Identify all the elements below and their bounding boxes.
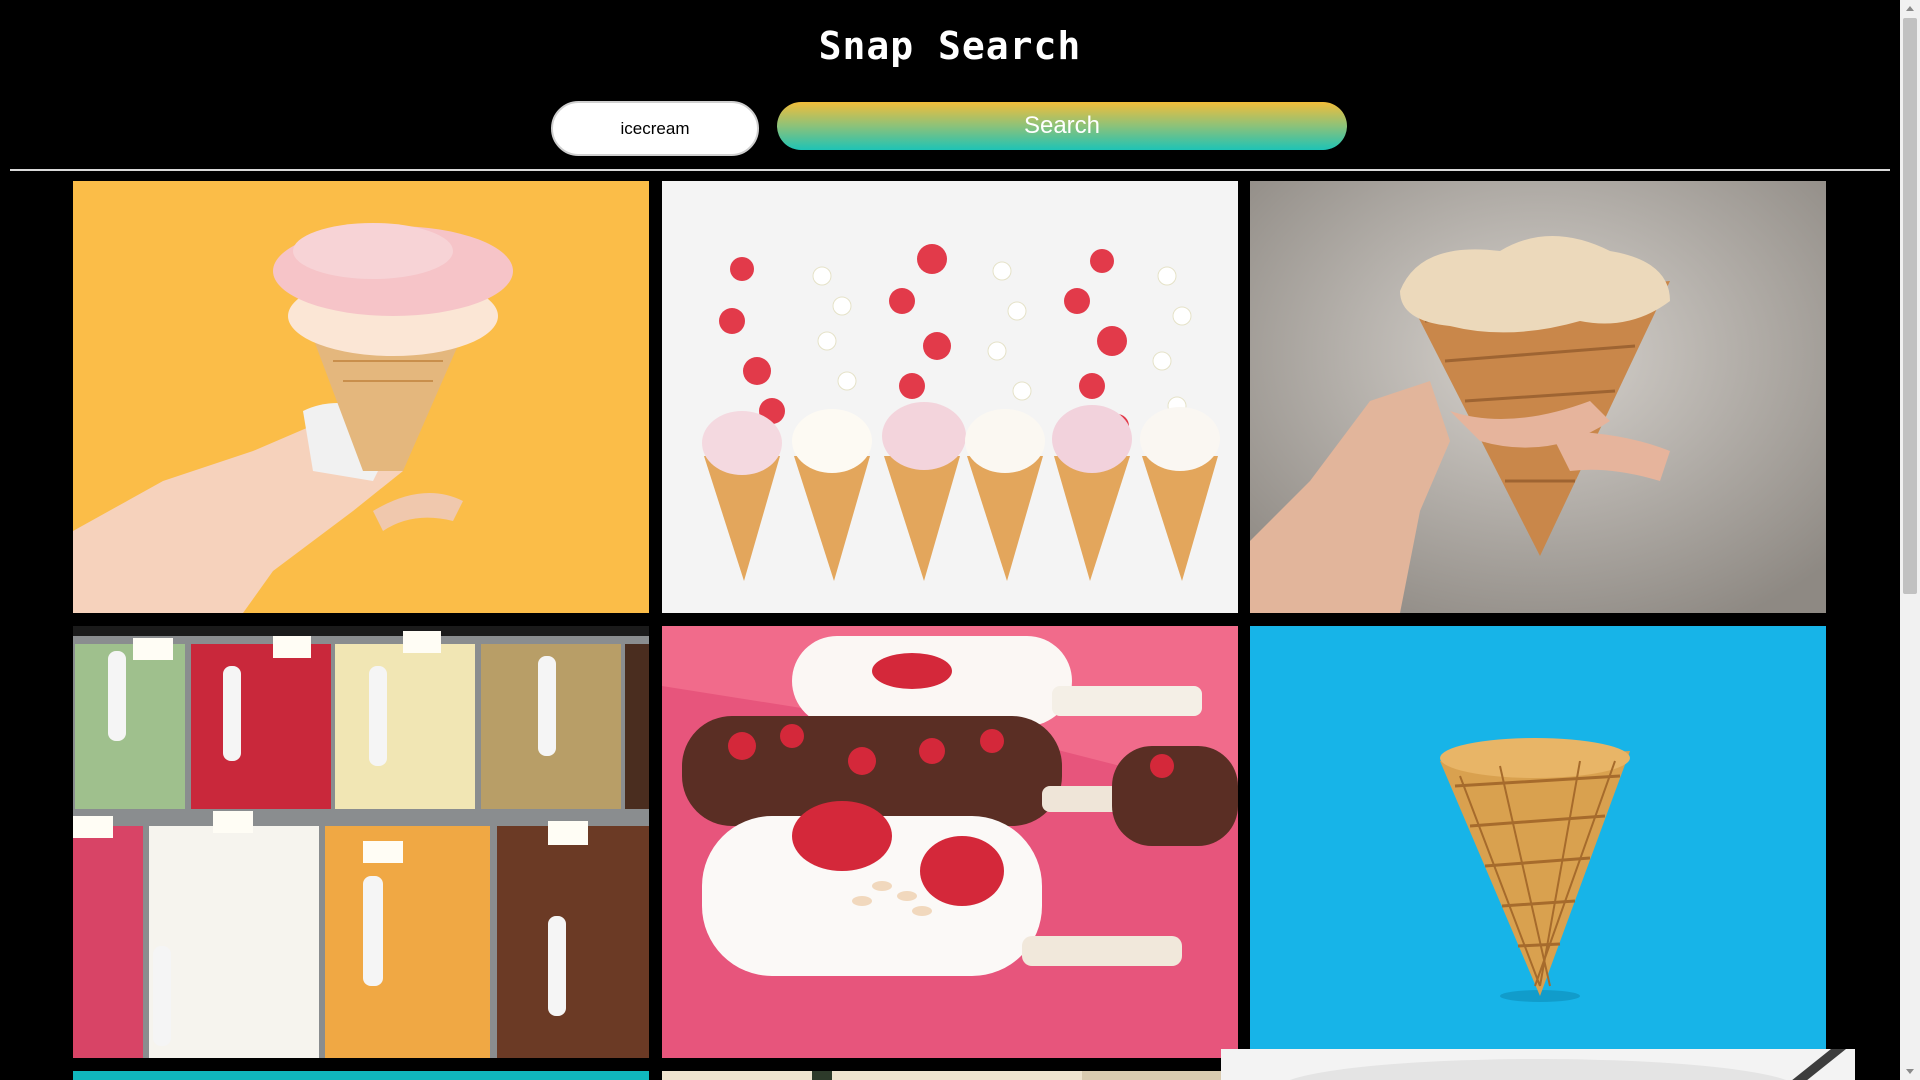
result-image-3[interactable] (1250, 181, 1826, 613)
scroll-up-icon[interactable] (1906, 6, 1914, 11)
page-title: Snap Search (818, 24, 1082, 68)
search-input[interactable] (551, 101, 759, 156)
image-icon (1221, 1049, 1855, 1080)
result-image-5[interactable] (662, 626, 1238, 1058)
image-icon (73, 626, 649, 1058)
result-image-1[interactable] (73, 181, 649, 613)
image-icon (73, 181, 649, 613)
result-image-4[interactable] (73, 626, 649, 1058)
result-image-6[interactable] (1250, 626, 1826, 1058)
image-icon (1250, 626, 1826, 1058)
result-image-2[interactable] (662, 181, 1238, 613)
image-icon (1250, 181, 1826, 613)
search-button[interactable]: Search (777, 102, 1347, 150)
scroll-thumb[interactable] (1903, 18, 1917, 594)
image-icon (662, 181, 1238, 613)
image-icon (662, 1071, 1238, 1080)
result-image-9[interactable] (1221, 1049, 1855, 1080)
scroll-down-icon[interactable] (1906, 1069, 1914, 1074)
vertical-scrollbar[interactable] (1900, 0, 1920, 1080)
app-window: Snap Search Search (0, 0, 1920, 1080)
result-image-7[interactable] (73, 1071, 649, 1080)
image-icon (662, 626, 1238, 1058)
header-divider (10, 169, 1890, 171)
result-image-8[interactable] (662, 1071, 1238, 1080)
